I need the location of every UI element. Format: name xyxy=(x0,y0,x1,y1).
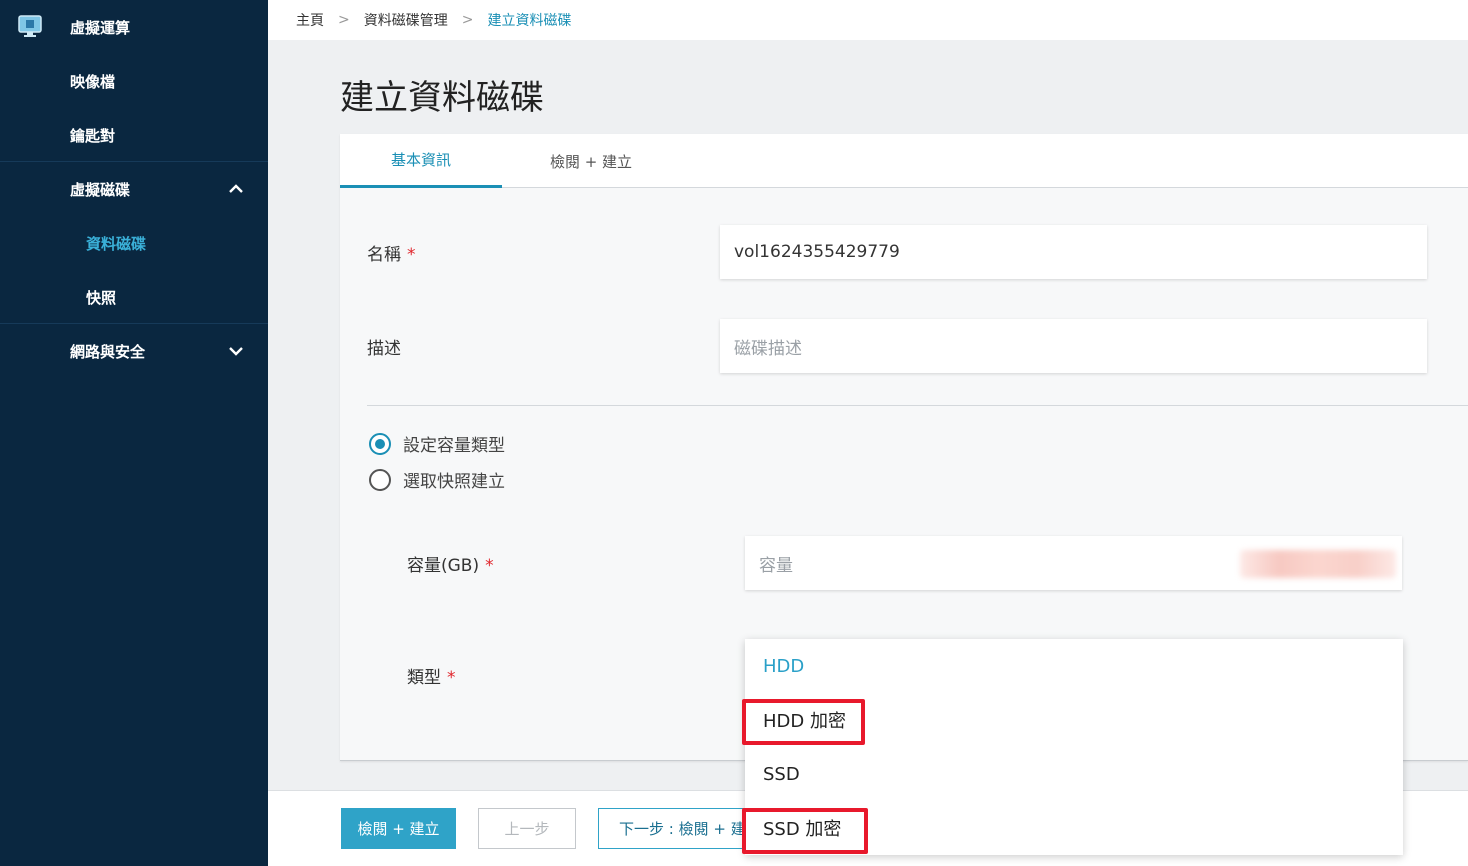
breadcrumb-data-disk-management[interactable]: 資料磁碟管理 xyxy=(364,10,448,30)
tab-basic-info[interactable]: 基本資訊 xyxy=(340,134,502,188)
sidebar-item-label: 映像檔 xyxy=(70,72,116,91)
breadcrumb: 主頁 > 資料磁碟管理 > 建立資料磁碟 xyxy=(268,0,1468,40)
review-create-button[interactable]: 檢閱 + 建立 xyxy=(341,808,456,849)
type-label: 類型 * xyxy=(407,663,456,688)
previous-button[interactable]: 上一步 xyxy=(478,808,576,849)
radio-from-snapshot[interactable]: 選取快照建立 xyxy=(369,467,505,492)
required-mark: * xyxy=(447,668,456,688)
sidebar-item-virtual-disks[interactable]: 虛擬磁碟 xyxy=(0,162,268,216)
sidebar-item-label: 快照 xyxy=(86,288,117,307)
sidebar-item-label: 虛擬運算 xyxy=(70,18,131,37)
radio-unchecked[interactable] xyxy=(369,468,391,491)
sidebar-item-label: 虛擬磁碟 xyxy=(70,180,131,199)
chevron-up-icon xyxy=(229,184,243,193)
section-divider xyxy=(367,405,1468,406)
sidebar-item-images[interactable]: 映像檔 xyxy=(0,54,268,108)
highlight-box-hdd-encrypted xyxy=(742,699,865,745)
sidebar-item-virtual-compute[interactable]: 虛擬運算 xyxy=(0,0,268,54)
next-review-create-button[interactable]: 下一步 : 檢閱 + 建立 xyxy=(598,808,758,849)
breadcrumb-separator: > xyxy=(338,12,350,28)
breadcrumb-home[interactable]: 主頁 xyxy=(296,10,324,30)
description-label: 描述 xyxy=(367,339,401,359)
sidebar-item-label: 鑰匙對 xyxy=(70,126,116,145)
redacted-area xyxy=(1240,550,1396,578)
required-mark: * xyxy=(485,556,494,576)
sidebar-item-label: 網路與安全 xyxy=(70,342,146,361)
chevron-down-icon xyxy=(229,347,243,356)
name-label: 名稱 * xyxy=(367,240,416,265)
dropdown-option-ssd[interactable]: SSD xyxy=(745,747,1403,801)
sidebar-item-label: 資料磁碟 xyxy=(86,234,147,253)
capacity-label: 容量(GB) * xyxy=(407,551,494,576)
sidebar-item-data-disks[interactable]: 資料磁碟 xyxy=(0,216,268,270)
radio-set-capacity-type[interactable]: 設定容量類型 xyxy=(369,431,505,456)
tab-bar: 基本資訊 檢閱 + 建立 xyxy=(340,134,1468,188)
sidebar-item-key-pairs[interactable]: 鑰匙對 xyxy=(0,108,268,162)
breadcrumb-current: 建立資料磁碟 xyxy=(487,13,572,29)
dropdown-option-hdd[interactable]: HDD xyxy=(745,639,1403,693)
radio-label: 選取快照建立 xyxy=(403,472,505,492)
radio-checked[interactable] xyxy=(369,432,391,455)
description-input[interactable]: 磁碟描述 xyxy=(720,319,1427,373)
required-mark: * xyxy=(407,245,416,265)
breadcrumb-separator: > xyxy=(461,12,474,28)
sidebar: 虛擬運算 映像檔 鑰匙對 虛擬磁碟 資料磁碟 快照 網路與安全 xyxy=(0,0,268,866)
page-title: 建立資料磁碟 xyxy=(340,78,544,118)
name-label-text: 名稱 xyxy=(367,245,401,265)
sidebar-item-network-security[interactable]: 網路與安全 xyxy=(0,324,268,378)
radio-label: 設定容量類型 xyxy=(403,436,505,456)
name-input[interactable]: vol1624355429779 xyxy=(720,225,1427,279)
capacity-label-text: 容量(GB) xyxy=(407,556,480,576)
tab-review-create[interactable]: 檢閱 + 建立 xyxy=(510,134,672,188)
highlight-box-ssd-encrypted xyxy=(742,808,868,854)
type-label-text: 類型 xyxy=(407,668,441,688)
sidebar-item-snapshots[interactable]: 快照 xyxy=(0,270,268,324)
